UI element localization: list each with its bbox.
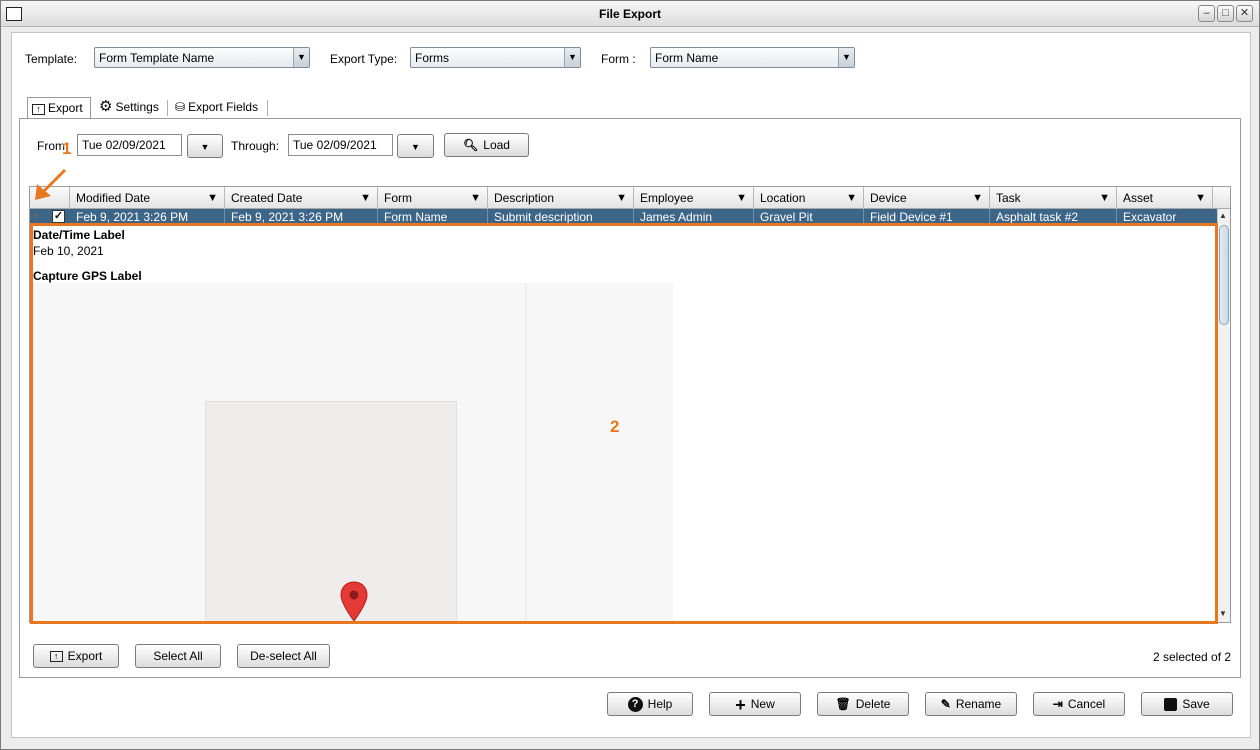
help-icon: ? xyxy=(627,697,643,713)
tab-divider xyxy=(167,100,168,116)
callout-number-1: 1 xyxy=(62,139,72,158)
template-dropdown[interactable]: Form Template Name ▼ xyxy=(94,47,310,68)
column-header-employee[interactable]: Employee ▼ xyxy=(634,187,754,209)
gps-map[interactable] xyxy=(33,283,673,622)
results-table: Modified Date ▼ Created Date ▼ Form ▼ Descr… xyxy=(29,186,1231,623)
callout-arrow-icon xyxy=(35,168,67,200)
database-icon: ⛁ xyxy=(175,100,186,114)
plus-icon: + xyxy=(735,694,746,715)
sort-arrow-icon: ▼ xyxy=(1099,192,1110,204)
sort-arrow-icon: ▼ xyxy=(470,192,481,204)
scroll-down-icon[interactable]: ▼ xyxy=(1219,609,1227,618)
column-header-created-date[interactable]: Created Date ▼ xyxy=(225,187,378,209)
exit-icon: ⇥ xyxy=(1052,697,1063,711)
tab-export[interactable]: ↑ Export xyxy=(27,97,91,119)
cell-location: Gravel Pit xyxy=(754,209,864,225)
chevron-down-icon: ▼ xyxy=(564,48,580,67)
gear-icon: ⚙ xyxy=(99,98,113,115)
tab-export-fields[interactable]: ⛁ Export Fields xyxy=(171,97,262,119)
title-bar: File Export – □ ✕ xyxy=(1,1,1259,27)
map-pin-icon xyxy=(340,581,368,622)
through-label: Through: xyxy=(231,139,280,153)
export-icon: ↑ xyxy=(49,651,63,663)
cell-description: Submit description xyxy=(488,209,634,225)
export-type-label: Export Type: xyxy=(330,52,398,66)
from-date-field[interactable]: Tue 02/09/2021 xyxy=(77,134,182,156)
save-button[interactable]: Save xyxy=(1141,692,1233,716)
datetime-value: Feb 10, 2021 xyxy=(33,244,104,258)
select-all-button[interactable]: Select All xyxy=(135,644,221,668)
search-icon: 🔍︎ xyxy=(463,138,479,152)
file-export-window: File Export – □ ✕ Template: Form Templat… xyxy=(0,0,1260,750)
through-date-picker-button[interactable]: ▼ xyxy=(397,134,434,158)
selection-count: 2 selected of 2 xyxy=(1153,650,1232,664)
column-header-task[interactable]: Task ▼ xyxy=(990,187,1117,209)
delete-button[interactable]: 🗑︎ Delete xyxy=(817,692,909,716)
from-date-picker-button[interactable]: ▼ xyxy=(187,134,223,158)
minimize-button[interactable]: – xyxy=(1198,5,1215,22)
column-header-form[interactable]: Form ▼ xyxy=(378,187,488,209)
sort-arrow-icon: ▼ xyxy=(736,192,747,204)
column-header-location[interactable]: Location ▼ xyxy=(754,187,864,209)
cell-asset: Excavator xyxy=(1123,210,1177,224)
cell-form: Form Name xyxy=(378,209,488,225)
sort-arrow-icon: ▼ xyxy=(616,192,627,204)
template-label: Template: xyxy=(25,52,78,66)
new-button[interactable]: + New xyxy=(709,692,801,716)
export-button[interactable]: ↑ Export xyxy=(33,644,119,668)
cell-employee: James Admin xyxy=(634,209,754,225)
cell-task: Asphalt task #2 xyxy=(990,209,1117,225)
chevron-down-icon: ▼ xyxy=(838,48,854,67)
sort-arrow-icon: ▼ xyxy=(972,192,983,204)
deselect-all-button[interactable]: De-select All xyxy=(237,644,330,668)
cell-device: Field Device #1 xyxy=(864,209,990,225)
cancel-button[interactable]: ⇥ Cancel xyxy=(1033,692,1125,716)
tab-divider xyxy=(267,100,268,116)
edit-icon: ✎ xyxy=(940,697,951,711)
window-title: File Export xyxy=(598,7,661,21)
table-header: Modified Date ▼ Created Date ▼ Form ▼ Descr… xyxy=(30,187,1230,209)
sort-arrow-icon: ▼ xyxy=(846,192,857,204)
table-row[interactable]: ✓ Feb 9, 2021 3:26 PM Feb 9, 2021 3:26 P… xyxy=(30,209,1217,225)
sort-arrow-icon: ▼ xyxy=(1195,192,1206,204)
form-label: Form : xyxy=(601,52,636,66)
scroll-thumb[interactable] xyxy=(1219,225,1229,325)
map-road xyxy=(525,283,527,622)
export-type-dropdown[interactable]: Forms ▼ xyxy=(410,47,581,68)
save-icon xyxy=(1164,698,1178,712)
column-header-description[interactable]: Description ▼ xyxy=(488,187,634,209)
callout-number-2: 2 xyxy=(610,417,620,436)
sort-arrow-icon: ▼ xyxy=(207,192,218,204)
help-button[interactable]: ? Help xyxy=(607,692,693,716)
scroll-up-icon[interactable]: ▲ xyxy=(1219,211,1227,220)
detail-scrollbar[interactable]: ▲ ▼ xyxy=(1217,209,1230,622)
cell-created-date: Feb 9, 2021 3:26 PM xyxy=(225,209,378,225)
load-button[interactable]: 🔍︎ Load xyxy=(444,133,529,157)
chevron-down-icon: ▼ xyxy=(200,142,210,152)
chevron-down-icon: ▼ xyxy=(293,48,309,67)
gps-label: Capture GPS Label xyxy=(33,269,142,283)
maximize-button[interactable]: □ xyxy=(1217,5,1234,22)
trash-icon: 🗑︎ xyxy=(835,697,851,711)
column-header-device[interactable]: Device ▼ xyxy=(864,187,990,209)
through-date-field[interactable]: Tue 02/09/2021 xyxy=(288,134,393,156)
rename-button[interactable]: ✎ Rename xyxy=(925,692,1017,716)
export-icon: ↑ xyxy=(32,104,45,115)
map-building xyxy=(205,401,457,622)
close-button[interactable]: ✕ xyxy=(1236,5,1253,22)
sort-arrow-icon: ▼ xyxy=(360,192,371,204)
form-dropdown[interactable]: Form Name ▼ xyxy=(650,47,855,68)
chevron-down-icon: ▼ xyxy=(411,142,420,152)
column-header-asset[interactable]: Asset ▼ xyxy=(1117,187,1213,209)
column-header-modified-date[interactable]: Modified Date ▼ xyxy=(70,187,225,209)
tab-settings[interactable]: ⚙ Settings xyxy=(95,97,163,119)
cell-modified-date: Feb 9, 2021 3:26 PM xyxy=(70,209,225,225)
datetime-label: Date/Time Label xyxy=(33,228,125,242)
